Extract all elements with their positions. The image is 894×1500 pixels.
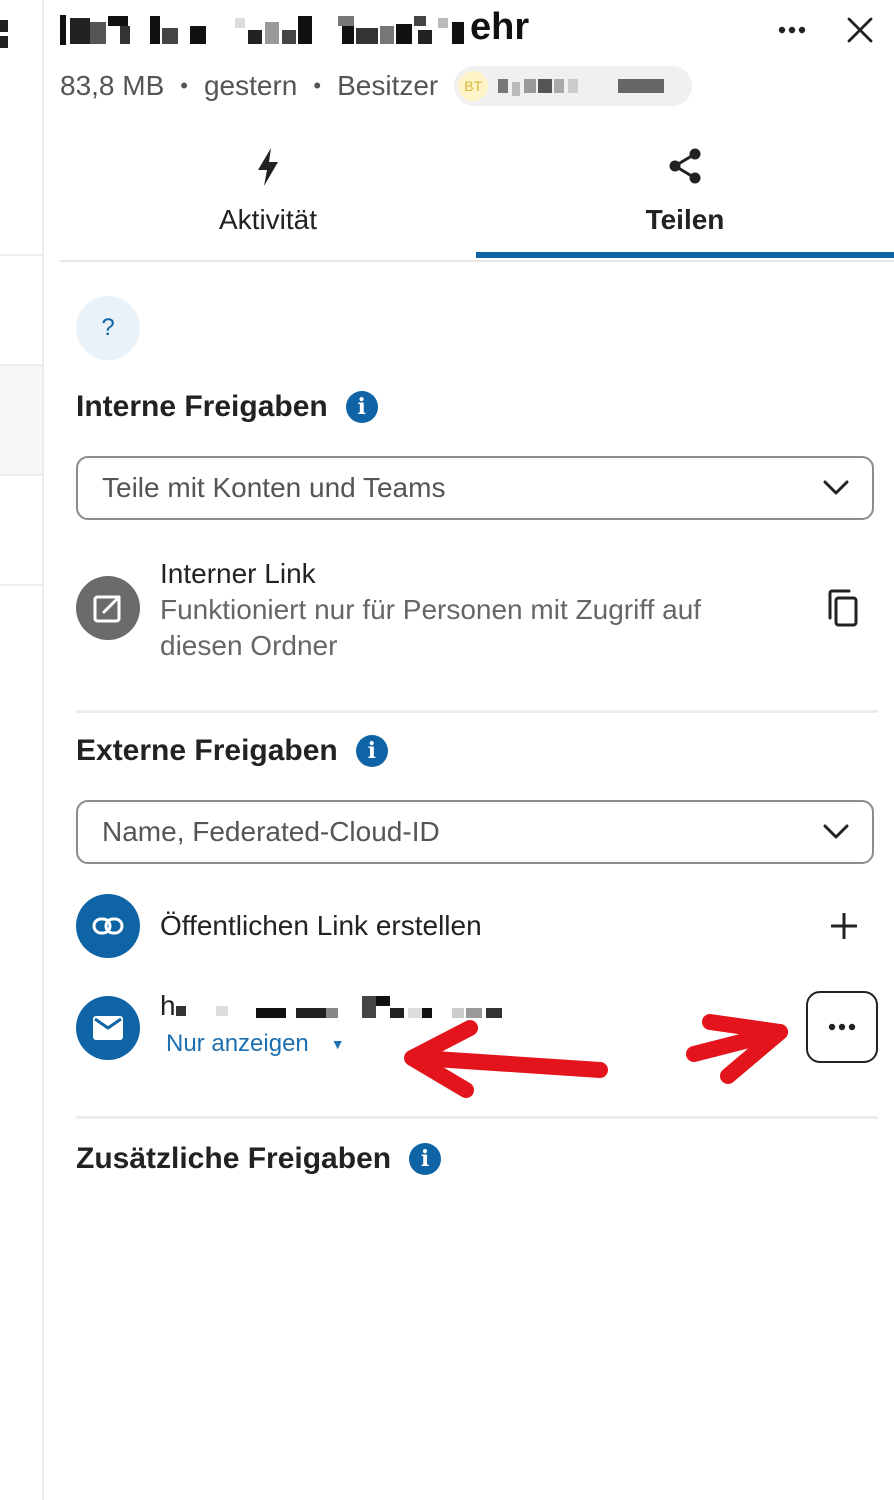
redacted-recipient: [175, 996, 502, 1018]
public-link-icon-circle: [76, 894, 140, 958]
share-icon: [669, 148, 701, 184]
copy-internal-link-button[interactable]: [820, 586, 864, 630]
sharing-help-button[interactable]: ?: [76, 296, 140, 360]
share-options-button[interactable]: [806, 991, 878, 1063]
chevron-down-icon: [823, 824, 849, 839]
permission-label: Nur anzeigen: [166, 1030, 309, 1057]
more-horizontal-icon: [828, 1023, 856, 1031]
permission-dropdown[interactable]: Nur anzeigen ▼: [166, 1030, 345, 1058]
link-icon: [92, 917, 124, 935]
modified-date: gestern: [203, 70, 298, 101]
redacted-title: [60, 14, 464, 45]
internal-link-title: Interner Link: [160, 558, 316, 589]
more-actions-button[interactable]: [770, 8, 814, 52]
sharing-sidebar: ehr 83,8 MB • gestern • Besitzer BT Akti…: [44, 0, 894, 1500]
mail-share-recipient: h: [160, 990, 516, 1022]
redacted-owner-name: [498, 79, 665, 96]
redacted-block: [0, 20, 8, 32]
tab-activity-label: Aktivität: [218, 204, 318, 235]
separator-dot: •: [180, 73, 188, 98]
tab-sharing-label: Teilen: [645, 204, 725, 235]
external-shares-title: Externe Freigaben: [76, 734, 338, 767]
active-tab-indicator: [476, 252, 894, 258]
file-size: 83,8 MB: [60, 70, 165, 101]
section-divider: [76, 710, 878, 713]
close-button[interactable]: [838, 8, 882, 52]
external-share-search-placeholder: Name, Federated-Cloud-ID: [102, 816, 440, 847]
caret-down-icon: ▼: [330, 1036, 345, 1052]
external-open-icon: [93, 595, 121, 623]
section-divider: [76, 1116, 878, 1119]
owner-avatar: BT: [458, 71, 489, 101]
owner-label: Besitzer: [337, 70, 439, 101]
mail-share-icon-circle: [76, 996, 140, 1060]
internal-link-icon-circle: [76, 576, 140, 640]
redacted-block: [0, 36, 8, 48]
info-icon[interactable]: i: [355, 735, 388, 767]
internal-shares-title: Interne Freigaben: [76, 390, 328, 423]
close-icon: [847, 17, 873, 43]
additional-shares-title: Zusätzliche Freigaben: [76, 1142, 392, 1175]
info-icon[interactable]: i: [345, 391, 378, 423]
divider: [0, 254, 42, 256]
create-public-link-button[interactable]: [822, 904, 866, 948]
tab-activity[interactable]: Aktivität: [60, 148, 476, 260]
separator-dot: •: [313, 73, 322, 98]
file-list-background: [0, 0, 44, 1500]
mail-share-recipient-initial: h: [160, 990, 176, 1021]
help-icon: ?: [101, 314, 115, 341]
internal-shares-heading: Interne Freigaben i: [76, 390, 378, 424]
divider: [0, 364, 42, 366]
divider: [0, 584, 42, 586]
tab-sharing[interactable]: Teilen: [476, 148, 894, 260]
internal-share-search-placeholder: Teile mit Konten und Teams: [102, 472, 446, 503]
internal-link-description: Funktioniert nur für Personen mit Zugrif…: [160, 594, 702, 661]
file-row[interactable]: [0, 364, 42, 474]
internal-share-search[interactable]: Teile mit Konten und Teams: [76, 456, 874, 520]
create-public-link-label[interactable]: Öffentlichen Link erstellen: [160, 910, 482, 942]
chevron-down-icon: [823, 480, 849, 495]
more-horizontal-icon: [778, 26, 806, 34]
plus-icon: [831, 913, 857, 939]
copy-icon: [828, 589, 858, 627]
external-share-search[interactable]: Name, Federated-Cloud-ID: [76, 800, 874, 864]
file-meta: 83,8 MB • gestern • Besitzer BT: [60, 66, 693, 106]
mail-icon: [93, 1016, 123, 1040]
external-shares-heading: Externe Freigaben i: [76, 734, 388, 768]
tab-divider: [60, 260, 894, 262]
owner-chip[interactable]: BT: [454, 66, 693, 106]
info-icon[interactable]: i: [409, 1143, 442, 1175]
lightning-icon: [258, 148, 278, 186]
divider: [0, 474, 42, 476]
file-title-text: ehr: [470, 6, 530, 48]
file-title: ehr: [60, 6, 529, 49]
additional-shares-heading: Zusätzliche Freigaben i: [76, 1142, 442, 1176]
